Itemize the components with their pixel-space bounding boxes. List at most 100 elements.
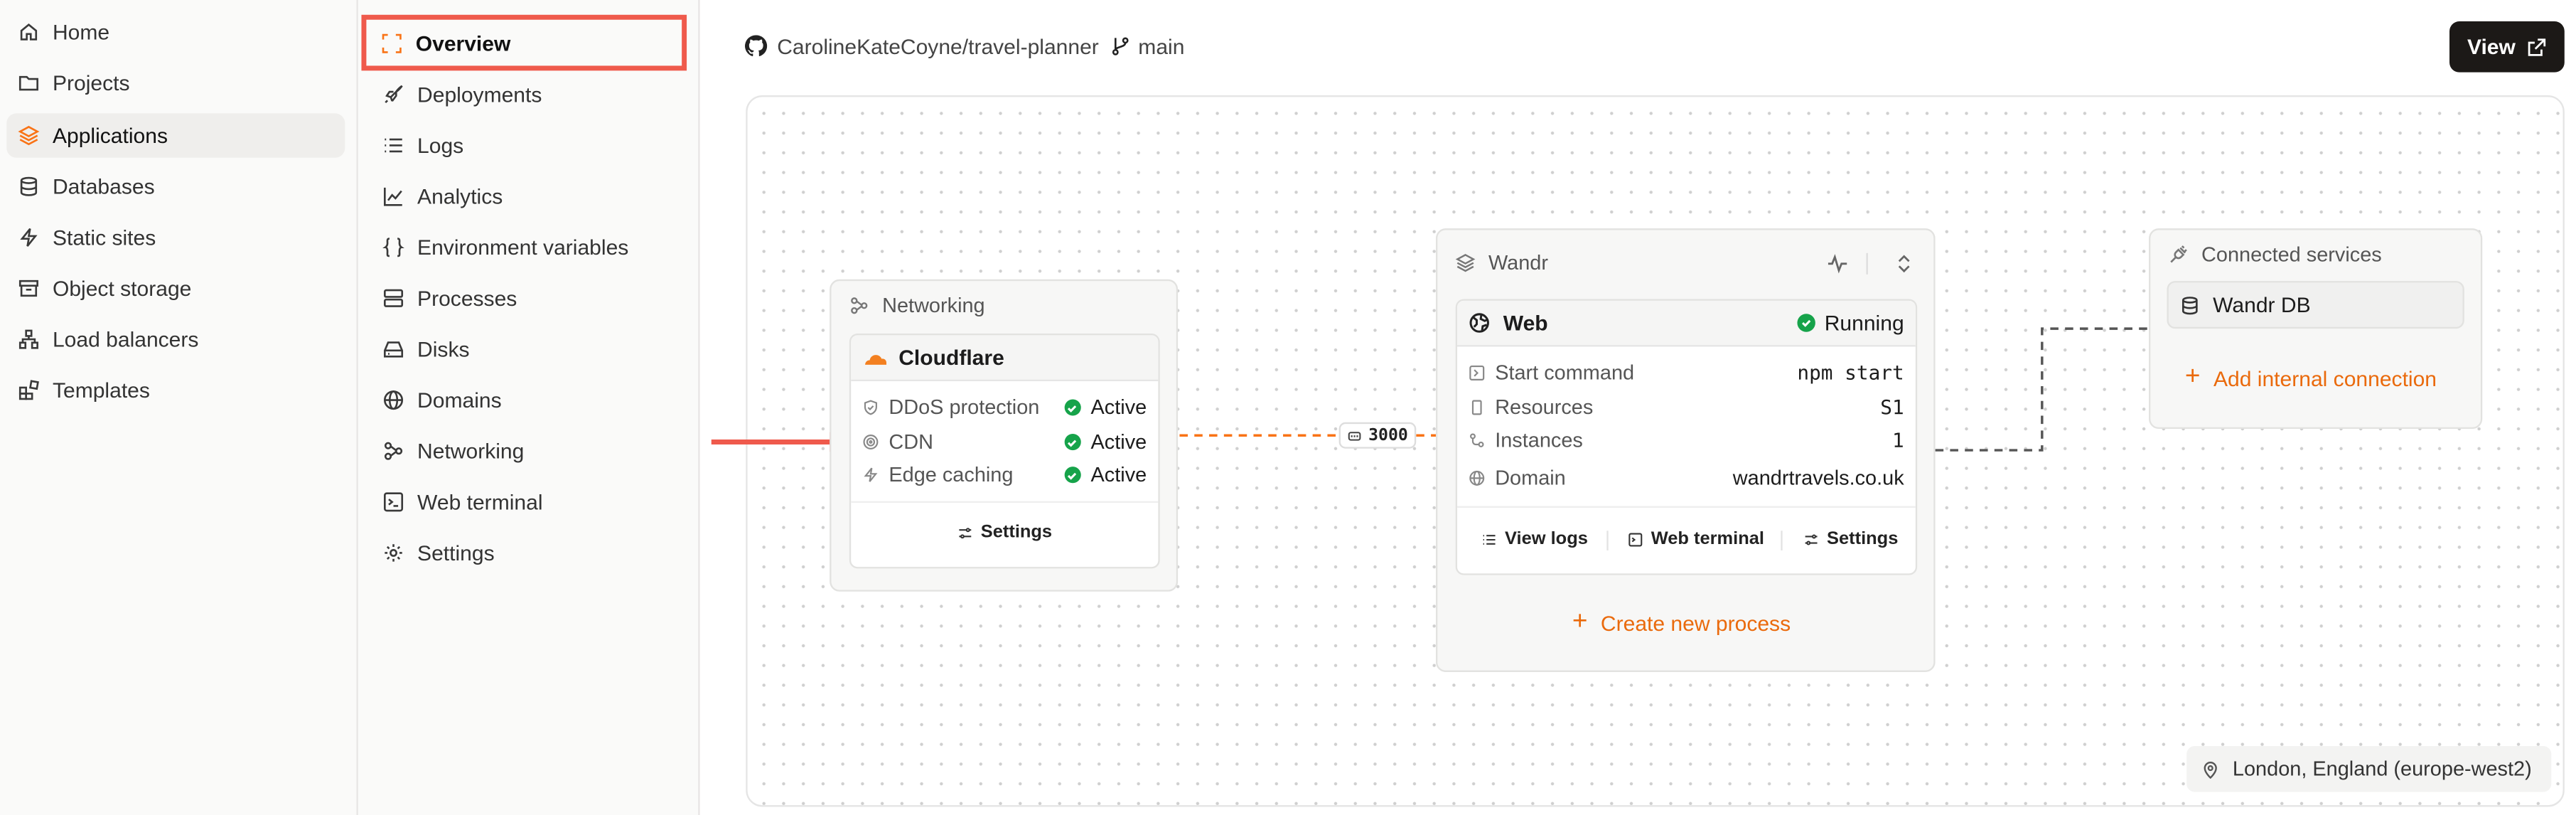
subnav-item-analytics[interactable]: Analytics [365, 174, 687, 218]
row-instances: Instances 1 [1469, 424, 1904, 457]
server-icon [383, 287, 404, 309]
sidebar-item-home[interactable]: Home [6, 10, 345, 54]
header-divider [1866, 252, 1868, 275]
process-status: Running [1796, 311, 1904, 335]
subnav-item-label: Processes [417, 286, 517, 311]
web-terminal-button[interactable]: Web terminal [1628, 529, 1764, 549]
repo-name[interactable]: CarolineKateCoyne/travel-planner [777, 33, 1099, 58]
globe-icon [383, 390, 404, 411]
sidebar-item-object-storage[interactable]: Object storage [6, 266, 345, 310]
cloudflare-name: Cloudflare [898, 345, 1004, 370]
branch-name[interactable]: main [1138, 33, 1184, 58]
process-card[interactable]: Web Running Start command npm start Reso… [1455, 299, 1918, 575]
subnav-item-web-terminal[interactable]: Web terminal [365, 480, 687, 524]
row-label: Domain [1495, 467, 1566, 490]
networking-panel-header: Networking [849, 292, 985, 319]
connected-services-header: Connected services [2169, 242, 2382, 268]
status-badge: Active [1064, 463, 1147, 486]
cloudflare-icon [862, 349, 889, 366]
sliders-icon [1804, 531, 1819, 546]
connected-services-title: Connected services [2201, 243, 2382, 267]
view-button-label: View [2467, 34, 2516, 60]
row-value[interactable]: wandrtravels.co.uk [1733, 467, 1904, 489]
shield-icon [862, 399, 879, 415]
web-terminal-label: Web terminal [1651, 528, 1764, 549]
gear-icon [383, 542, 404, 563]
feature-label: DDoS protection [889, 395, 1040, 420]
sidebar-item-label: Object storage [52, 276, 192, 301]
settings-label: Settings [980, 522, 1053, 543]
list-icon [383, 134, 404, 156]
sidebar-item-projects[interactable]: Projects [6, 60, 345, 105]
view-button[interactable]: View [2449, 21, 2565, 73]
cloudflare-card[interactable]: Cloudflare DDoS protection Active CDN Ac… [849, 334, 1160, 569]
sidebar-item-label: Projects [52, 70, 130, 96]
row-value: S1 [1880, 395, 1904, 420]
sidebar-item-static-sites[interactable]: Static sites [6, 215, 345, 260]
subnav-item-overview[interactable]: Overview [361, 14, 687, 71]
feature-row-edge-caching: Edge caching Active [862, 459, 1147, 491]
subnav-item-disks[interactable]: Disks [365, 327, 687, 371]
chevrons-updown-icon[interactable] [1894, 253, 1914, 275]
database-service-item[interactable]: Wandr DB [2167, 281, 2464, 329]
map-pin-icon [2201, 760, 2219, 779]
subnav-item-label: Domains [417, 388, 502, 412]
subnav-item-label: Settings [417, 540, 495, 565]
networking-icon [383, 440, 404, 462]
subnav-item-settings[interactable]: Settings [365, 531, 687, 575]
row-domain: Domain wandrtravels.co.uk [1469, 462, 1904, 494]
home-icon [18, 21, 39, 43]
create-process-label: Create new process [1600, 610, 1791, 636]
row-start-command: Start command npm start [1469, 356, 1904, 389]
terminal-icon [383, 491, 404, 513]
subnav-item-domains[interactable]: Domains [365, 378, 687, 422]
subnav-item-label: Networking [417, 438, 525, 464]
view-logs-label: View logs [1505, 528, 1588, 549]
check-circle-icon [1796, 314, 1815, 332]
subnav-item-label: Logs [417, 133, 464, 158]
networking-title: Networking [882, 294, 985, 317]
branch-icon [1110, 36, 1130, 56]
row-label: Start command [1495, 361, 1635, 385]
plus-icon: + [1572, 607, 1588, 636]
create-process-button[interactable]: + Create new process [1572, 608, 1791, 638]
rocket-icon [383, 84, 404, 105]
github-icon [744, 35, 768, 58]
subnav-item-deployments[interactable]: Deployments [365, 73, 687, 117]
port-number: 3000 [1368, 426, 1408, 444]
port-badge[interactable]: 3000 [1338, 422, 1417, 449]
layers-icon [18, 125, 40, 147]
subnav-item-logs[interactable]: Logs [365, 123, 687, 167]
archive-icon [18, 277, 39, 299]
view-logs-button[interactable]: View logs [1482, 529, 1588, 549]
app-title: Wandr [1488, 251, 1548, 275]
card-divider [851, 501, 1159, 504]
terminal-icon [1628, 531, 1643, 546]
process-header: Web Running [1457, 300, 1916, 347]
sidebar-item-applications[interactable]: Applications [6, 113, 345, 158]
subnav-item-label: Deployments [417, 82, 542, 107]
cloudflare-header: Cloudflare [851, 335, 1159, 382]
sidebar-item-templates[interactable]: Templates [6, 368, 345, 412]
subnav-item-environment-variables[interactable]: Environment variables [365, 225, 687, 270]
networking-settings-button[interactable]: Settings [957, 522, 1053, 543]
process-settings-button[interactable]: Settings [1804, 529, 1898, 549]
sidebar-item-databases[interactable]: Databases [6, 164, 345, 208]
external-link-icon [2527, 37, 2547, 57]
main-sidebar: Home Projects Applications Databases Sta… [0, 0, 358, 815]
feature-label: Edge caching [889, 463, 1014, 486]
cdn-icon [862, 434, 879, 450]
process-name: Web [1503, 310, 1548, 336]
add-internal-connection-button[interactable]: + Add internal connection [2185, 363, 2437, 393]
status-text: Active [1090, 463, 1147, 486]
subnav-item-networking[interactable]: Networking [365, 429, 687, 473]
activity-icon[interactable] [1827, 253, 1848, 275]
subnav-item-label: Overview [415, 30, 511, 55]
sidebar-item-label: Templates [52, 378, 150, 403]
subnav-item-processes[interactable]: Processes [365, 276, 687, 320]
app-panel-header: Wandr [1455, 250, 1548, 276]
sidebar-item-load-balancers[interactable]: Load balancers [6, 317, 345, 361]
bolt-icon [862, 467, 879, 483]
database-icon [18, 176, 39, 197]
layers-icon [1455, 253, 1476, 273]
